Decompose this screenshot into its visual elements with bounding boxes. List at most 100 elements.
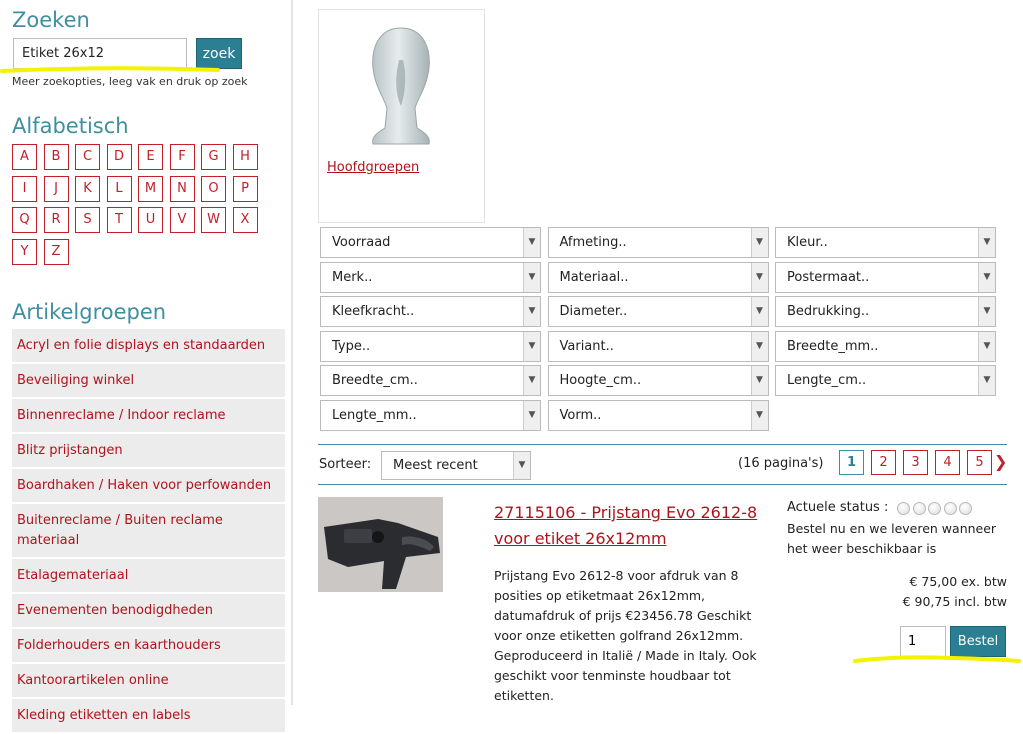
- category-item[interactable]: Boardhaken / Haken voor perfowanden: [12, 469, 285, 504]
- filter-select[interactable]: Voorraad ▼: [320, 227, 541, 258]
- filter-select[interactable]: Postermaat.. ▼: [775, 261, 996, 293]
- chevron-down-icon: ▼: [750, 331, 768, 361]
- letter-s-link[interactable]: S: [75, 207, 100, 233]
- next-page-icon[interactable]: ❯: [994, 452, 1007, 471]
- page-5-button[interactable]: 5: [967, 450, 992, 475]
- letter-u-link[interactable]: U: [138, 207, 163, 233]
- category-item[interactable]: Etalagemateriaal: [12, 559, 285, 594]
- letter-f-link[interactable]: F: [169, 144, 195, 170]
- category-item[interactable]: Beveiliging winkel: [12, 364, 285, 399]
- chevron-down-icon: ▼: [978, 366, 995, 396]
- letter-p-link[interactable]: P: [232, 175, 258, 202]
- chevron-down-icon: ▼: [750, 297, 768, 327]
- filter-select[interactable]: Lengte_mm.. ▼: [320, 400, 541, 431]
- filter-select[interactable]: Vorm.. ▼: [547, 400, 769, 431]
- category-item[interactable]: Folderhouders en kaarthouders: [12, 629, 285, 664]
- filter-select-label: Postermaat..: [787, 269, 870, 285]
- letter-w-link[interactable]: W: [201, 207, 226, 233]
- chevron-down-icon: ▼: [978, 228, 995, 257]
- filter-select[interactable]: Lengte_cm.. ▼: [775, 365, 996, 397]
- product-title-link[interactable]: 27115106 - Prijstang Evo 2612-8 voor eti…: [494, 500, 764, 552]
- filter-select-label: Lengte_cm..: [787, 373, 867, 389]
- chevron-down-icon: ▼: [513, 452, 530, 479]
- filter-select-label: Variant..: [559, 338, 614, 354]
- letter-c-link[interactable]: C: [75, 144, 100, 170]
- sort-label: Sorteer:: [319, 457, 372, 472]
- status-label: Actuele status :: [787, 500, 889, 515]
- category-item[interactable]: Evenementen benodigdheden: [12, 594, 285, 629]
- chevron-down-icon: ▼: [750, 401, 768, 430]
- page-1-button[interactable]: 1: [839, 450, 864, 475]
- status-dot-icon: [943, 502, 957, 515]
- letter-n-link[interactable]: N: [169, 175, 195, 202]
- category-item[interactable]: Kantoorartikelen online: [12, 664, 285, 699]
- group-tile[interactable]: Hoofdgroepen: [318, 9, 485, 223]
- filter-select[interactable]: Kleur.. ▼: [775, 227, 996, 258]
- letter-i-link[interactable]: I: [12, 175, 37, 202]
- chevron-down-icon: ▼: [750, 228, 768, 257]
- filter-select[interactable]: Merk.. ▼: [320, 261, 541, 293]
- letter-l-link[interactable]: L: [106, 175, 132, 202]
- chevron-down-icon: ▼: [523, 331, 540, 361]
- page-2-button[interactable]: 2: [871, 450, 896, 475]
- chevron-down-icon: ▼: [750, 366, 768, 396]
- sidebar: Zoeken zoek Meer zoekopties, leeg vak en…: [0, 0, 293, 734]
- category-item[interactable]: Buitenreclame / Buiten reclame materiaal: [12, 504, 285, 559]
- letter-b-link[interactable]: B: [43, 144, 69, 170]
- letter-j-link[interactable]: J: [43, 175, 69, 202]
- category-item[interactable]: Acryl en folie displays en standaarden: [12, 329, 285, 364]
- filter-select[interactable]: Bedrukking.. ▼: [775, 296, 996, 328]
- filter-select-label: Breedte_mm..: [787, 338, 879, 354]
- filter-select-label: Materiaal..: [559, 269, 629, 285]
- group-tile-link[interactable]: Hoofdgroepen: [327, 160, 419, 175]
- filter-select[interactable]: Breedte_mm.. ▼: [775, 330, 996, 362]
- letter-h-link[interactable]: H: [232, 144, 258, 170]
- divider: [318, 444, 1007, 445]
- filter-select[interactable]: Hoogte_cm.. ▼: [547, 365, 769, 397]
- status-text: Bestel nu en we leveren wanneer het weer…: [787, 521, 997, 556]
- letter-x-link[interactable]: X: [232, 207, 258, 233]
- product-image[interactable]: [318, 497, 443, 592]
- chevron-down-icon: ▼: [523, 297, 540, 327]
- page-4-button[interactable]: 4: [935, 450, 960, 475]
- divider: [318, 484, 1007, 485]
- category-item[interactable]: Kleding etiketten en labels: [12, 699, 285, 734]
- letter-y-link[interactable]: Y: [12, 238, 37, 265]
- filter-select-label: Afmeting..: [559, 235, 627, 250]
- filter-select-label: Bedrukking..: [787, 304, 870, 320]
- filter-select[interactable]: Breedte_cm.. ▼: [320, 365, 541, 397]
- chevron-down-icon: ▼: [978, 331, 995, 361]
- filter-select[interactable]: Variant.. ▼: [547, 330, 769, 362]
- letter-t-link[interactable]: T: [106, 207, 132, 233]
- category-item[interactable]: Binnenreclame / Indoor reclame: [12, 399, 285, 434]
- sort-select[interactable]: Meest recent ▼: [381, 451, 531, 480]
- letter-e-link[interactable]: E: [138, 144, 163, 170]
- filter-select-label: Voorraad: [332, 235, 391, 250]
- category-item[interactable]: Blitz prijstangen: [12, 434, 285, 469]
- letter-v-link[interactable]: V: [169, 207, 195, 233]
- chevron-down-icon: ▼: [523, 401, 540, 430]
- chevron-down-icon: ▼: [523, 366, 540, 396]
- filter-select[interactable]: Type.. ▼: [320, 330, 541, 362]
- filter-select[interactable]: Kleefkracht.. ▼: [320, 296, 541, 328]
- status-dot-icon: [928, 502, 941, 515]
- letter-q-link[interactable]: Q: [12, 207, 37, 233]
- letter-r-link[interactable]: R: [43, 207, 69, 233]
- letter-d-link[interactable]: D: [106, 144, 132, 170]
- letter-a-link[interactable]: A: [12, 144, 37, 170]
- alphabet-heading: Alfabetisch: [12, 114, 129, 138]
- letter-z-link[interactable]: Z: [43, 238, 69, 265]
- filter-select[interactable]: Diameter.. ▼: [547, 296, 769, 328]
- chevron-down-icon: ▼: [750, 262, 768, 292]
- letter-k-link[interactable]: K: [75, 175, 100, 202]
- letter-g-link[interactable]: G: [201, 144, 226, 170]
- filter-select-label: Hoogte_cm..: [559, 373, 642, 389]
- filter-select[interactable]: Materiaal.. ▼: [547, 261, 769, 293]
- letter-m-link[interactable]: M: [138, 175, 163, 202]
- category-list: Acryl en folie displays en standaarden Be…: [12, 329, 285, 734]
- filter-select[interactable]: Afmeting.. ▼: [547, 227, 769, 258]
- status-dot-icon: [897, 502, 910, 515]
- categories-heading: Artikelgroepen: [12, 300, 167, 324]
- letter-o-link[interactable]: O: [201, 175, 226, 202]
- page-3-button[interactable]: 3: [903, 450, 928, 475]
